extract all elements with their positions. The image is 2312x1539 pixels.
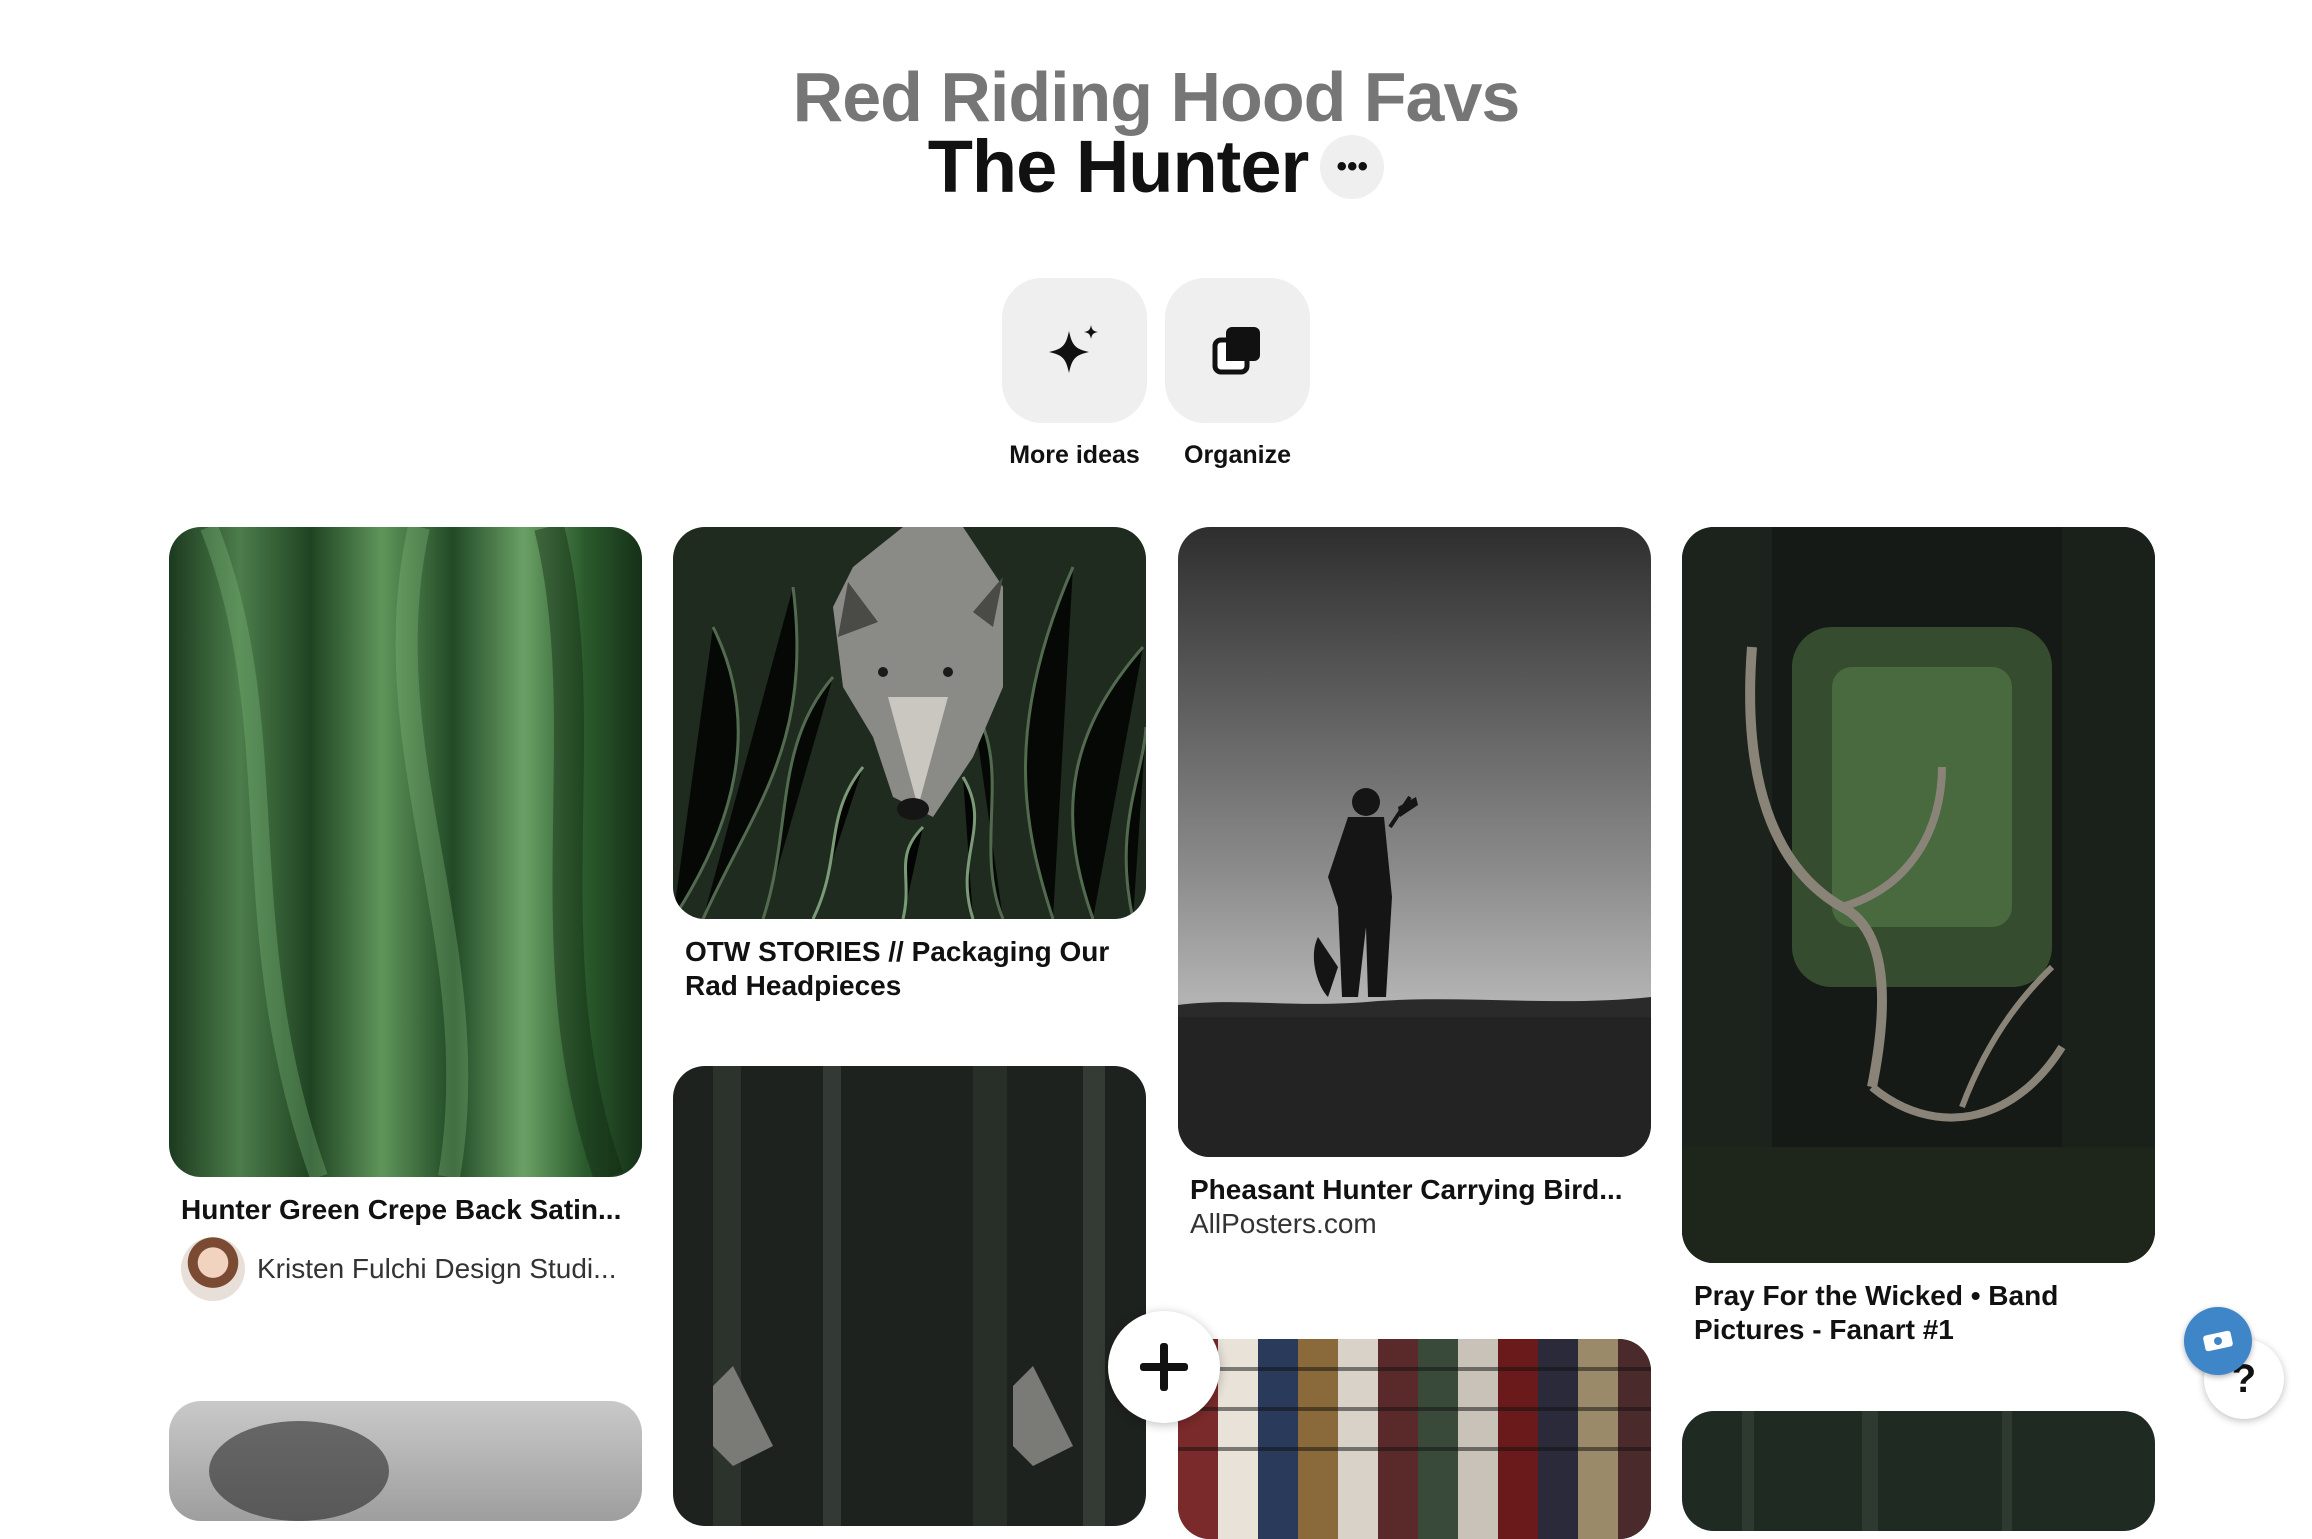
pin-card[interactable] xyxy=(1682,1411,2155,1531)
organize-circle[interactable] xyxy=(1165,278,1310,423)
organize-label: Organize xyxy=(1184,441,1291,469)
pin-title[interactable]: Pheasant Hunter Carrying Bird... xyxy=(1190,1173,1639,1207)
pin-card[interactable]: Pheasant Hunter Carrying Bird... AllPost… xyxy=(1178,527,1651,1241)
pin-image[interactable] xyxy=(1682,527,2155,1263)
stack-icon xyxy=(1212,326,1260,374)
pin-image[interactable] xyxy=(673,1066,1146,1526)
pin-image[interactable] xyxy=(1178,527,1651,1157)
pin-title[interactable]: Hunter Green Crepe Back Satin... xyxy=(181,1193,630,1227)
pin-card[interactable] xyxy=(1178,1339,1651,1539)
pin-card[interactable]: Pray For the Wicked • Band Pictures - Fa… xyxy=(1682,527,2155,1347)
pin-card[interactable]: Hunter Green Crepe Back Satin... Kristen… xyxy=(169,527,642,1301)
sparkle-icon xyxy=(1048,324,1098,373)
section-title-row: The Hunter ••• xyxy=(0,122,2312,212)
pin-title[interactable]: OTW STORIES // Packaging Our Rad Headpie… xyxy=(685,935,1134,1003)
pin-creator[interactable]: Kristen Fulchi Design Studi... xyxy=(181,1237,630,1301)
more-ideas-label: More ideas xyxy=(1009,441,1140,469)
more-ideas-circle[interactable] xyxy=(1002,278,1147,423)
pin-image[interactable] xyxy=(673,527,1146,919)
creator-name[interactable]: Kristen Fulchi Design Studi... xyxy=(257,1253,617,1285)
plus-icon xyxy=(1140,1343,1188,1391)
organize-button[interactable]: Organize xyxy=(1165,278,1310,470)
pin-card[interactable]: OTW STORIES // Packaging Our Rad Headpie… xyxy=(673,527,1146,1003)
pin-image[interactable] xyxy=(169,1401,642,1521)
pin-image[interactable] xyxy=(1178,1339,1651,1539)
pin-title[interactable]: Pray For the Wicked • Band Pictures - Fa… xyxy=(1694,1279,2143,1347)
board-actions: More ideas Organize xyxy=(0,278,2312,470)
more-ideas-button[interactable]: More ideas xyxy=(1002,278,1147,470)
pin-card[interactable] xyxy=(169,1401,642,1521)
ticket-icon xyxy=(2203,1330,2233,1352)
more-options-button[interactable]: ••• xyxy=(1320,135,1385,199)
ellipsis-icon: ••• xyxy=(1336,150,1369,183)
section-name: The Hunter xyxy=(927,125,1310,208)
avatar[interactable] xyxy=(181,1237,245,1301)
pin-source[interactable]: AllPosters.com xyxy=(1190,1207,1639,1241)
pin-image[interactable] xyxy=(1682,1411,2155,1531)
pin-image[interactable] xyxy=(169,527,642,1177)
extension-badge[interactable] xyxy=(2184,1307,2252,1375)
add-pin-button[interactable] xyxy=(1108,1311,1220,1423)
pin-card[interactable] xyxy=(673,1066,1146,1526)
